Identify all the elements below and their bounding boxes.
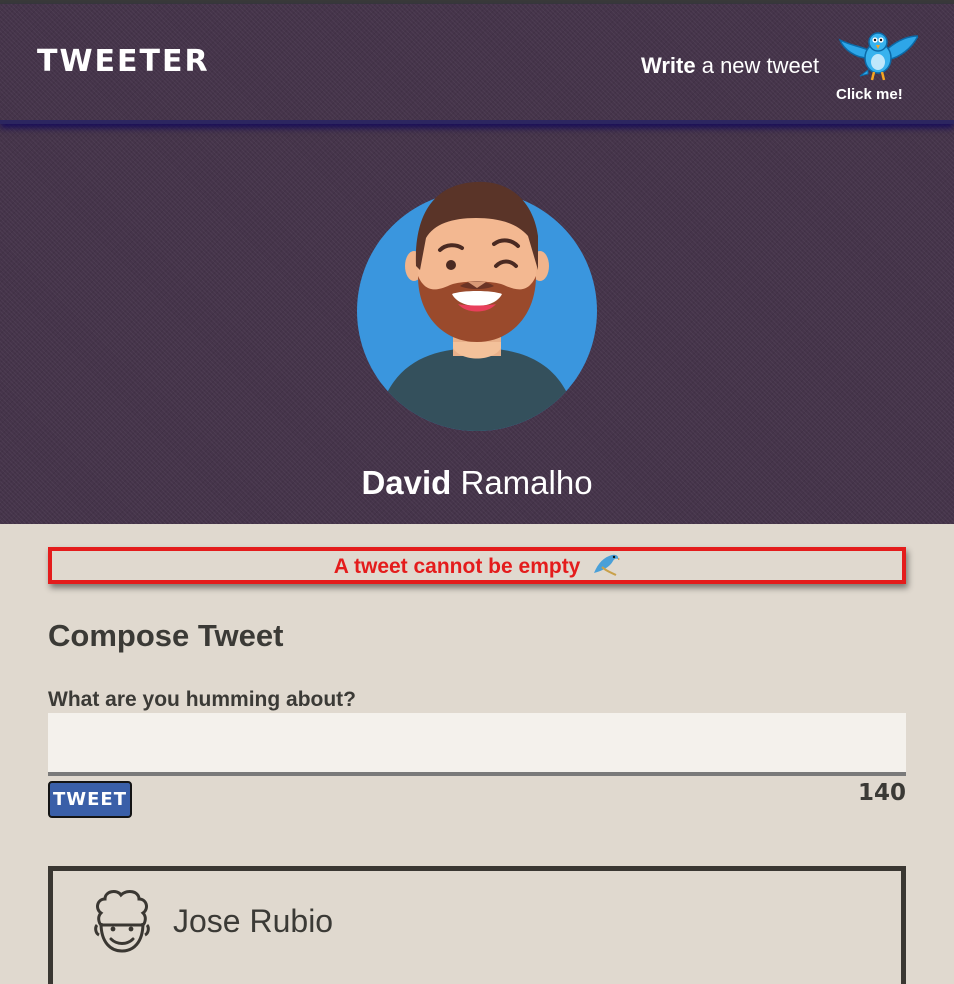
profile-last-name: Ramalho <box>460 464 593 501</box>
tweet-card: Jose Rubio <box>48 866 906 984</box>
char-counter: 140 <box>857 780 906 806</box>
profile-first-name: David <box>361 464 452 501</box>
user-avatar-icon <box>94 890 150 953</box>
top-nav: TWEETER Write a new tweet Click me! <box>0 4 954 124</box>
click-me-label[interactable]: Click me! <box>836 86 903 103</box>
compose-title: Compose Tweet <box>48 618 284 653</box>
tweet-input[interactable] <box>48 713 906 776</box>
app-logo[interactable]: TWEETER <box>37 44 210 79</box>
bird-icon <box>594 554 621 576</box>
tweet-author-name: Jose Rubio <box>173 903 334 939</box>
compose-toggle-button[interactable]: Click me! <box>834 28 918 106</box>
write-bold-text: Write <box>641 53 696 78</box>
write-new-tweet-text: Write a new tweet <box>641 53 819 79</box>
compose-label: What are you humming about? <box>48 688 356 711</box>
flying-bird-icon <box>838 32 918 81</box>
write-rest-text: a new tweet <box>695 53 820 78</box>
profile-avatar <box>357 181 597 431</box>
tweet-submit-button[interactable]: TWEET <box>48 781 132 818</box>
error-message: A tweet cannot be empty <box>333 555 581 578</box>
profile-name: David Ramalho <box>0 464 954 502</box>
error-banner: A tweet cannot be empty <box>48 547 906 584</box>
